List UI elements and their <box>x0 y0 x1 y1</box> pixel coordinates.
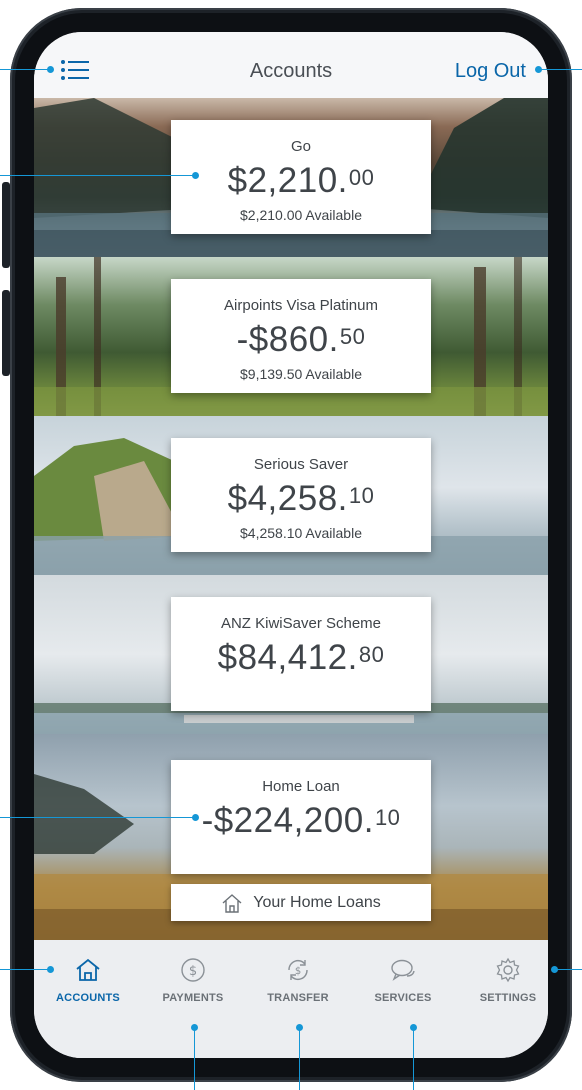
callout-line <box>299 1027 300 1090</box>
callout-line <box>0 175 195 176</box>
house-icon <box>222 893 242 913</box>
callout-dot <box>192 172 199 179</box>
tab-label: SERVICES <box>374 992 432 1004</box>
logout-button[interactable]: Log Out <box>455 60 526 83</box>
callout-dot <box>47 966 54 973</box>
volume-down-button <box>2 290 10 376</box>
account-tile-airpoints-visa[interactable]: Airpoints Visa Platinum -$860.50 $9,139.… <box>34 257 548 418</box>
callout-dot <box>191 1024 198 1031</box>
account-name: Go <box>290 138 311 155</box>
account-card[interactable]: Go $2,210.00 $2,210.00 Available <box>171 120 431 234</box>
tab-accounts[interactable]: ACCOUNTS <box>43 956 133 1004</box>
account-tile-kiwisaver[interactable]: ANZ KiwiSaver Scheme $84,412.80 <box>34 575 548 736</box>
bottom-tab-bar: ACCOUNTS $ PAYMENTS $ TRANSFER SERVICES … <box>34 940 548 1058</box>
tab-label: SETTINGS <box>479 992 537 1004</box>
account-card[interactable]: Airpoints Visa Platinum -$860.50 $9,139.… <box>171 279 431 393</box>
callout-dot <box>47 66 54 73</box>
transfer-cycle-icon: $ <box>288 960 308 980</box>
header-bar: Accounts Log Out <box>34 32 548 98</box>
account-name: ANZ KiwiSaver Scheme <box>220 615 382 632</box>
callout-line <box>194 1027 195 1090</box>
account-available: $4,258.10 Available <box>240 525 362 541</box>
home-loans-label: Your Home Loans <box>253 893 381 911</box>
callout-dot <box>410 1024 417 1031</box>
tab-transfer[interactable]: $ TRANSFER <box>253 956 343 1004</box>
tab-label: TRANSFER <box>267 992 329 1004</box>
account-balance: -$224,200.10 <box>201 801 401 840</box>
app-screen: Accounts Log Out Go $2,210.00 $2,210.00 … <box>34 32 548 1058</box>
callout-dot <box>296 1024 303 1031</box>
tab-payments[interactable]: $ PAYMENTS <box>148 956 238 1004</box>
account-available: $2,210.00 Available <box>240 207 362 223</box>
speech-bubbles-icon <box>391 959 415 981</box>
account-tile-serious-saver[interactable]: Serious Saver $4,258.10 $4,258.10 Availa… <box>34 416 548 577</box>
svg-text:$: $ <box>295 966 301 977</box>
account-available: $9,139.50 Available <box>240 366 362 382</box>
account-balance: $2,210.00 <box>227 161 375 200</box>
volume-up-button <box>2 182 10 268</box>
account-name: Home Loan <box>262 778 340 795</box>
tab-services[interactable]: SERVICES <box>358 956 448 1004</box>
callout-line <box>538 69 582 70</box>
gear-icon <box>496 957 520 983</box>
account-card[interactable]: Home Loan -$224,200.10 <box>171 760 431 874</box>
callout-line <box>0 969 50 970</box>
dollar-circle-icon: $ <box>181 958 205 982</box>
tab-label: ACCOUNTS <box>56 992 120 1004</box>
your-home-loans-button[interactable]: Your Home Loans <box>171 884 431 921</box>
account-name: Serious Saver <box>253 456 349 473</box>
account-name: Airpoints Visa Platinum <box>224 297 378 314</box>
callout-dot <box>551 966 558 973</box>
account-balance: $4,258.10 <box>227 479 375 518</box>
home-icon <box>76 958 100 981</box>
callout-line <box>0 817 195 818</box>
svg-text:$: $ <box>189 964 197 979</box>
callout-dot <box>192 814 199 821</box>
callout-dot <box>535 66 542 73</box>
callout-line <box>0 69 50 70</box>
callout-line <box>413 1027 414 1090</box>
account-card[interactable]: ANZ KiwiSaver Scheme $84,412.80 <box>171 597 431 711</box>
tab-label: PAYMENTS <box>162 992 224 1004</box>
account-tile-go[interactable]: Go $2,210.00 $2,210.00 Available <box>34 98 548 259</box>
account-balance: $84,412.80 <box>217 638 385 677</box>
account-card[interactable]: Serious Saver $4,258.10 $4,258.10 Availa… <box>171 438 431 552</box>
callout-line <box>554 969 582 970</box>
account-balance: -$860.50 <box>236 320 366 359</box>
tab-settings[interactable]: SETTINGS <box>463 956 548 1004</box>
